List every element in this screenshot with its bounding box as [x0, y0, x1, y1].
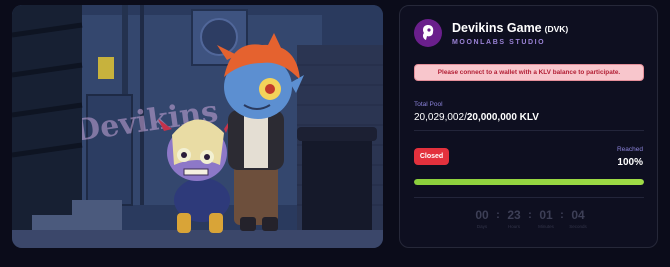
project-ticker: (DVK) — [544, 23, 569, 34]
project-details-panel: Devikins Game (DVK) MOONLABS STUDIO Plea… — [399, 5, 658, 248]
pool-target: 20,000,000 KLV — [466, 112, 539, 123]
total-pool-value: 20,029,002/20,000,000 KLV — [414, 112, 539, 123]
connect-wallet-alert: Please connect to a wallet with a KLV ba… — [414, 64, 644, 81]
devikins-logo-icon — [414, 19, 442, 47]
reached-value: 100% — [617, 157, 643, 168]
countdown-timer: 00 Days : 23 Hours : 01 Minutes : 04 Sec… — [470, 208, 590, 230]
countdown-hours: 23 Hours — [502, 208, 526, 230]
countdown-hours-label: Hours — [507, 224, 520, 229]
countdown-days-value: 00 — [475, 208, 489, 222]
pool-progress-bar — [414, 179, 644, 185]
countdown-minutes: 01 Minutes — [534, 208, 558, 230]
countdown-days-label: Days — [476, 224, 488, 229]
project-header: Devikins Game (DVK) MOONLABS STUDIO — [414, 19, 568, 47]
project-title: Devikins Game — [452, 20, 542, 35]
countdown-seconds-label: Seconds — [569, 224, 587, 229]
total-pool-label: Total Pool — [414, 101, 443, 108]
countdown-minutes-label: Minutes — [538, 224, 554, 229]
pool-progress-fill — [414, 179, 644, 185]
countdown-seconds-value: 04 — [571, 208, 585, 222]
devikins-illustration: Devikins — [12, 5, 383, 248]
countdown-seconds: 04 Seconds — [566, 208, 590, 230]
pool-current: 20,029,002 — [414, 112, 465, 123]
countdown-days: 00 Days — [470, 208, 494, 230]
countdown-hours-value: 23 — [507, 208, 521, 222]
divider — [414, 130, 644, 131]
countdown-minutes-value: 01 — [539, 208, 553, 222]
status-badge: Closed — [414, 148, 449, 165]
reached-label: Reached — [616, 146, 643, 153]
divider — [414, 197, 644, 198]
studio-name: MOONLABS STUDIO — [452, 38, 546, 46]
project-banner-image: Devikins — [12, 5, 383, 248]
